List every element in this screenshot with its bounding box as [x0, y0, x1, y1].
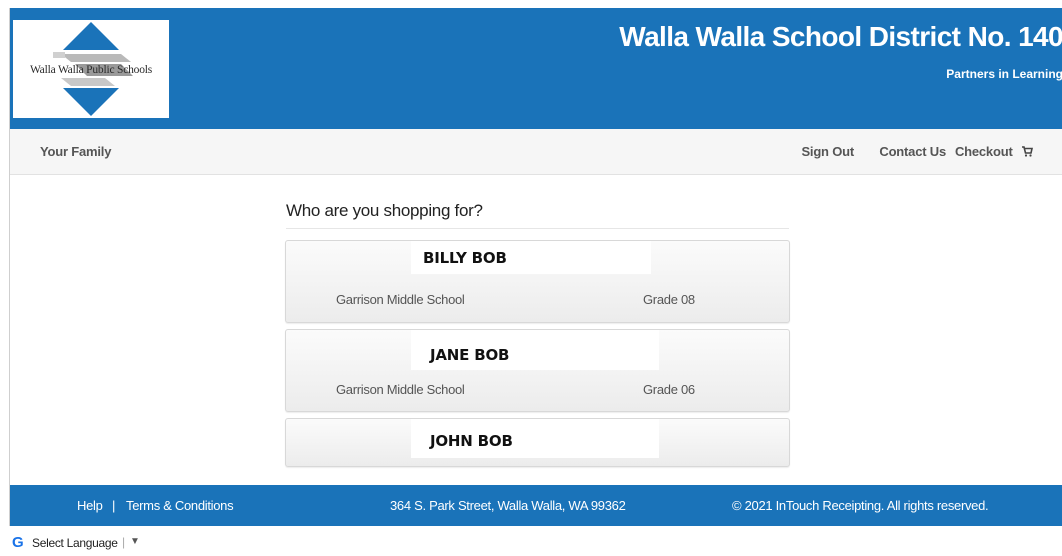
divider [286, 228, 789, 229]
nav-bar: Your Family Sign Out Contact Us Checkout [10, 129, 1062, 175]
student-school: Garrison Middle School [336, 292, 465, 307]
footer-separator: | [112, 498, 116, 513]
cart-icon [1022, 146, 1033, 157]
language-selector[interactable]: G Select Language | ▼ [0, 530, 200, 556]
student-card[interactable]: JOHN BOB [285, 418, 790, 467]
student-card[interactable]: JANE BOB Garrison Middle School Grade 06 [285, 329, 790, 412]
nav-your-family[interactable]: Your Family [40, 144, 111, 159]
footer-address: 364 S. Park Street, Walla Walla, WA 9936… [390, 498, 626, 513]
main-content: Who are you shopping for? BILLY BOB Garr… [10, 175, 1062, 485]
student-name: JANE BOB [430, 346, 510, 364]
student-grade: Grade 06 [643, 382, 695, 397]
contact-us-link[interactable]: Contact Us [879, 144, 946, 159]
page-frame: Walla Walla Public Schools Walla Walla S… [9, 8, 1062, 526]
language-label: Select Language [32, 536, 118, 550]
site-footer: Help | Terms & Conditions 364 S. Park St… [10, 485, 1062, 526]
student-name-box: JANE BOB [411, 330, 659, 370]
footer-copyright: © 2021 InTouch Receipting. All rights re… [732, 498, 989, 513]
student-name: BILLY BOB [423, 249, 507, 267]
student-school: Garrison Middle School [336, 382, 465, 397]
student-name-box: JOHN BOB [411, 419, 659, 458]
shopping-question: Who are you shopping for? [286, 201, 483, 220]
terms-link[interactable]: Terms & Conditions [126, 498, 234, 513]
student-card[interactable]: BILLY BOB Garrison Middle School Grade 0… [285, 240, 790, 323]
district-logo[interactable]: Walla Walla Public Schools [13, 20, 169, 118]
site-header: Walla Walla Public Schools Walla Walla S… [10, 8, 1062, 129]
checkout-link[interactable]: Checkout [955, 144, 1033, 159]
district-tagline: Partners in Learning [946, 67, 1062, 81]
google-g-icon: G [12, 534, 24, 551]
student-grade: Grade 08 [643, 292, 695, 307]
help-link[interactable]: Help [77, 498, 103, 513]
student-name: JOHN BOB [430, 432, 513, 450]
sign-out-link[interactable]: Sign Out [801, 144, 854, 159]
student-name-box: BILLY BOB [411, 241, 651, 274]
logo-text: Walla Walla Public Schools [29, 64, 153, 76]
dropdown-arrow-icon: ▼ [130, 536, 140, 547]
checkout-label: Checkout [954, 144, 1013, 159]
language-separator: | [122, 535, 126, 549]
district-title: Walla Walla School District No. 140 [619, 21, 1062, 52]
